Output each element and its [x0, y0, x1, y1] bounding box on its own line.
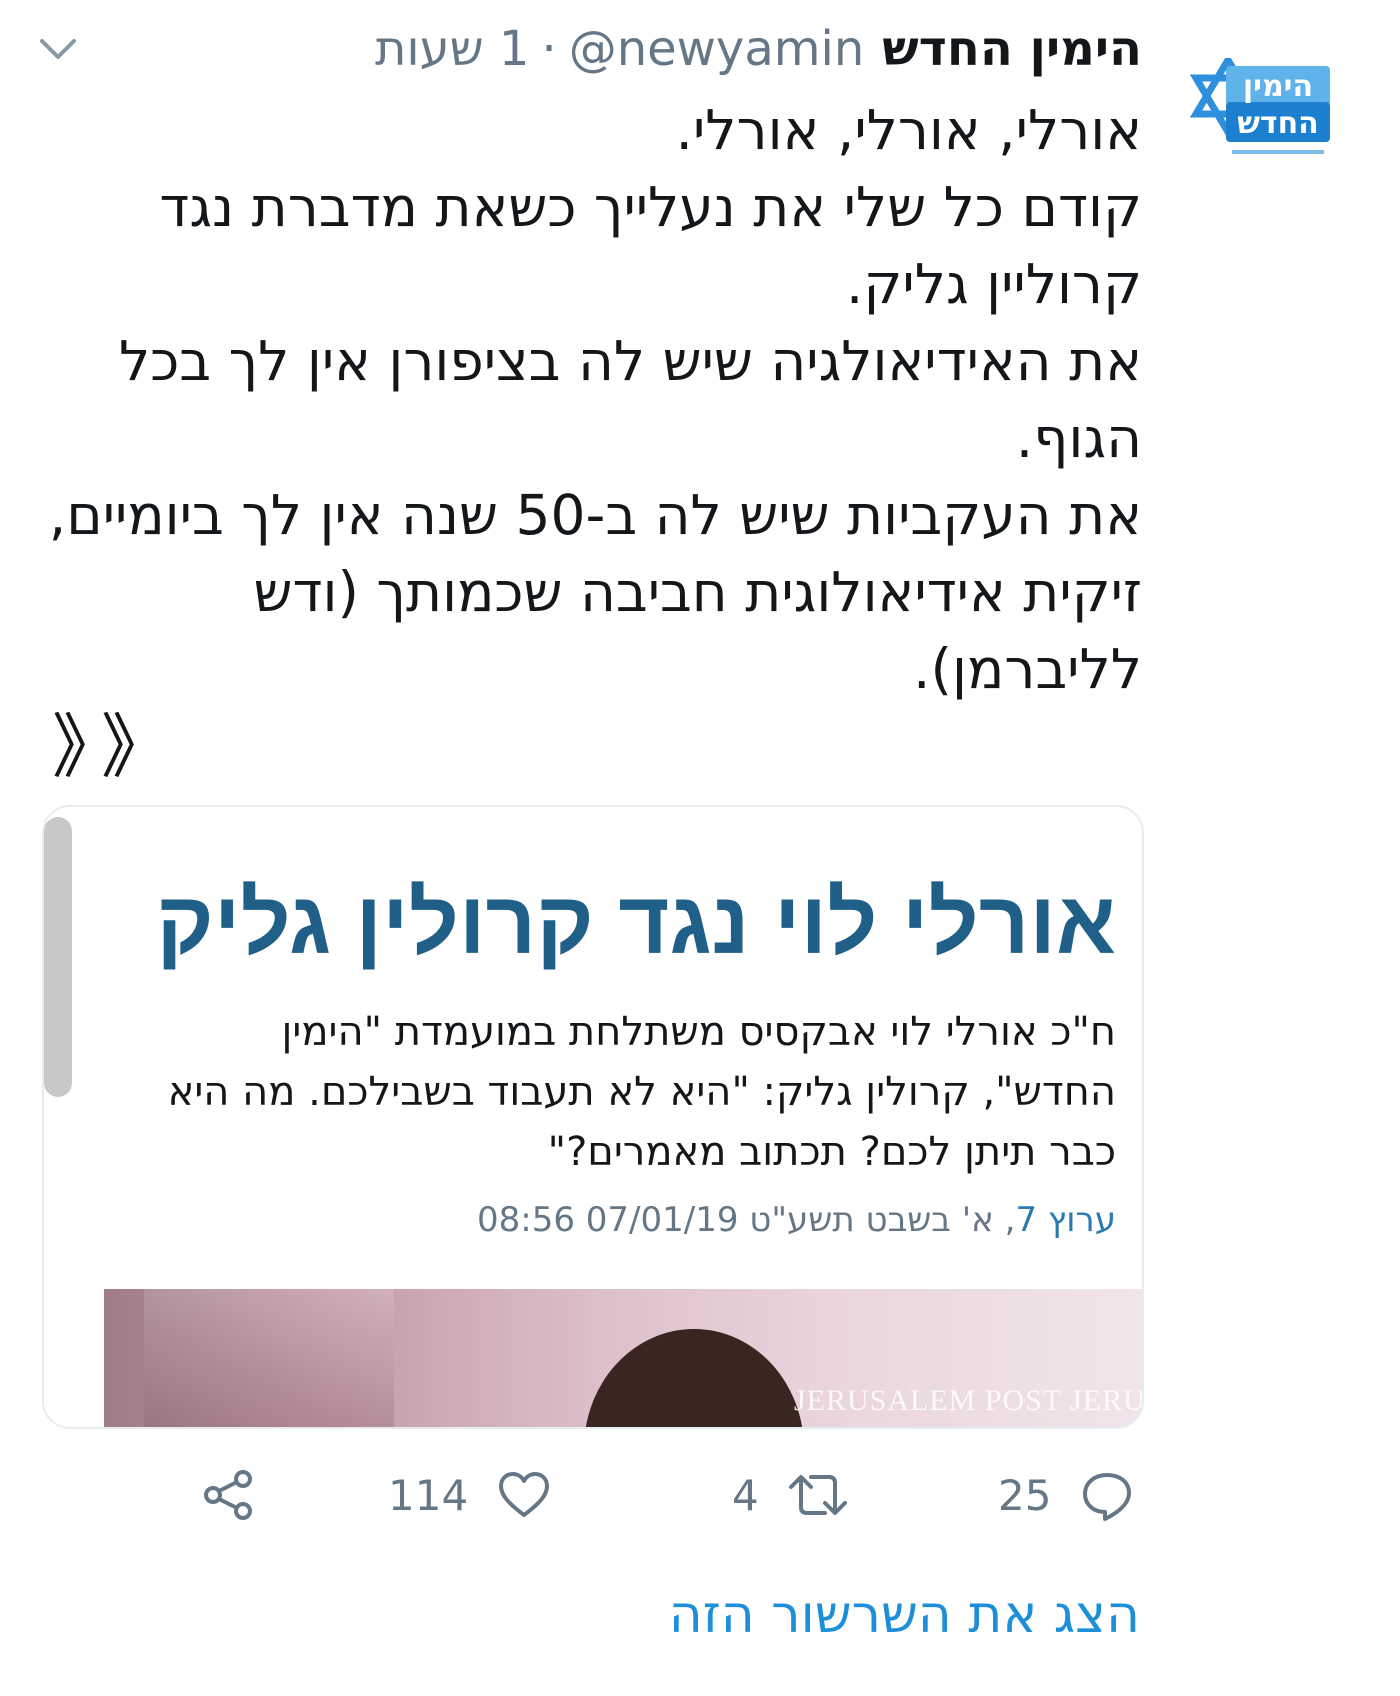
card-description: ח"כ אורלי לוי אבקסיס משתלחת במועמדת "הימ… [167, 1009, 1116, 1175]
logo-line1: הימין [1243, 69, 1313, 104]
card-date: , א' בשבט תשע"ט 07/01/19 08:56 [477, 1200, 1016, 1240]
reply-button[interactable]: 25 [998, 1460, 1135, 1530]
card-scrollbar[interactable] [44, 817, 72, 1097]
tweet-time[interactable]: 1 שעות [375, 14, 529, 84]
like-count: 114 [388, 1470, 469, 1520]
heart-icon [496, 1467, 552, 1523]
retweet-count: 4 [732, 1470, 759, 1520]
tweet-text-line: את העקביות שיש לה ב-50 שנה אין לך ביומיי… [48, 483, 1142, 701]
share-icon [200, 1467, 256, 1523]
card-image-watermark: JERUSALEM POST JERUSA [794, 1384, 1144, 1417]
tweet: הימין החדש הימין החדש @newyamin · 1 שעות… [0, 0, 1400, 1696]
retweet-button[interactable]: 4 [732, 1460, 849, 1530]
tweet-text: אורלי, אורלי, אורלי. קודם כל שלי את נעלי… [42, 92, 1142, 708]
share-button[interactable] [200, 1460, 256, 1530]
double-chevron-glyphs: 》》 [52, 706, 185, 788]
caret-down-icon[interactable] [36, 32, 80, 66]
tweet-text-line: קודם כל שלי את נעלייך כשאת מדברת נגד קרו… [159, 175, 1142, 316]
card-image-background [144, 1289, 394, 1427]
card-title: אורלי לוי נגד קרולין גליק [156, 873, 1116, 972]
tweet-text-line: את האידיאולגיה שיש לה בציפורן אין לך בכל… [118, 329, 1142, 470]
tweet-header: הימין החדש @newyamin · 1 שעות [375, 14, 1142, 84]
card-image: JERUSALEM POST JERUSA [104, 1289, 1144, 1427]
tweet-text-line: אורלי, אורלי, אורלי. [675, 98, 1142, 162]
like-button[interactable]: 114 [388, 1460, 552, 1530]
display-name[interactable]: הימין החדש [882, 14, 1142, 84]
reply-icon [1079, 1467, 1135, 1523]
link-card[interactable]: אורלי לוי נגד קרולין גליק ח"כ אורלי לוי … [42, 805, 1144, 1429]
retweet-icon [787, 1467, 849, 1523]
new-right-logo-icon: הימין החדש [1189, 53, 1330, 154]
card-image-person [584, 1329, 804, 1427]
card-meta: ערוץ 7, א' בשבט תשע"ט 07/01/19 08:56 [477, 1195, 1116, 1245]
avatar[interactable]: הימין החדש [1188, 53, 1338, 168]
card-source[interactable]: ערוץ 7 [1015, 1200, 1116, 1240]
reply-count: 25 [998, 1470, 1052, 1520]
separator-dot: · [541, 21, 557, 77]
user-handle[interactable]: @newyamin [569, 14, 865, 84]
logo-line2: החדש [1237, 106, 1319, 141]
show-thread-link[interactable]: הצג את השרשור הזה [669, 1580, 1140, 1650]
action-bar: 25 4 114 [0, 1460, 1400, 1530]
